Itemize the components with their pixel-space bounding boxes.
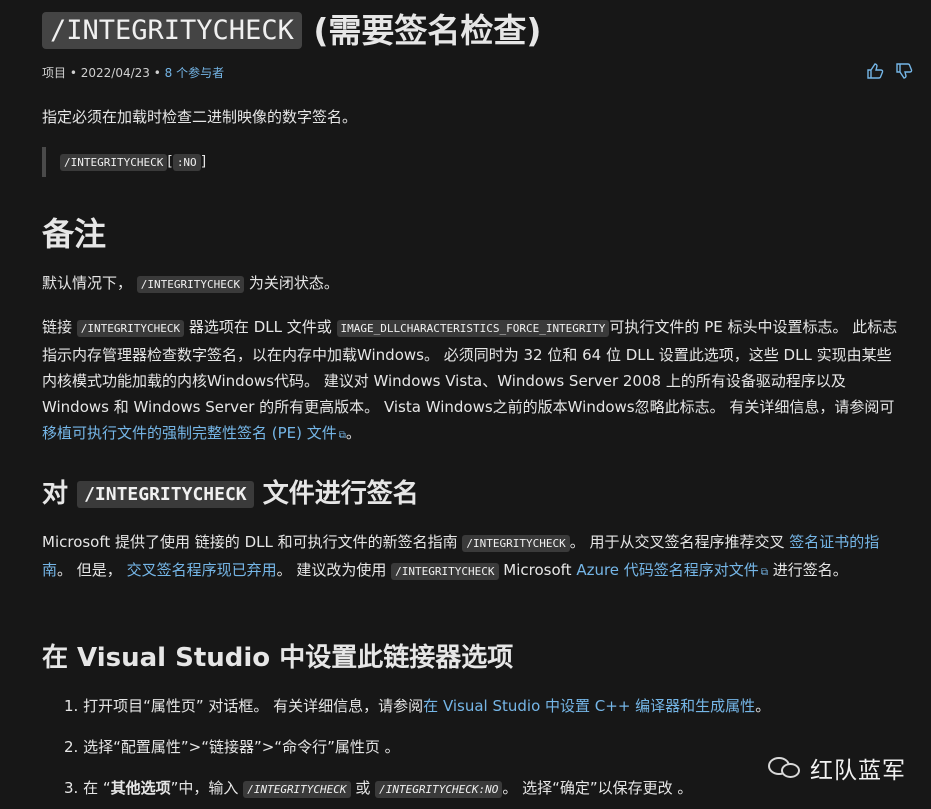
signing-paragraph: Microsoft 提供了使用 链接的 DLL 和可执行文件的新签名指南 /IN… bbox=[42, 529, 902, 586]
inline-code: IMAGE_DLLCHARACTERISTICS_FORCE_INTEGRITY bbox=[336, 320, 610, 337]
list-item: 2. 选择“配置属性”>“链接器”>“命令行”属性页 。 bbox=[64, 738, 400, 756]
text: 或 bbox=[355, 779, 371, 797]
inline-code: /INTEGRITYCHECK bbox=[76, 320, 185, 337]
cross-sign-deprecated-link[interactable]: 交叉签名程序现已弃用 bbox=[127, 561, 277, 579]
syntax-arg: :NO bbox=[172, 154, 201, 171]
page-title: /INTEGRITYCHECK (需要签名检查) bbox=[42, 8, 542, 54]
thumbs-up-icon[interactable] bbox=[866, 63, 889, 84]
inline-code: /INTEGRITYCHECK:NO bbox=[375, 781, 503, 798]
title-code: /INTEGRITYCHECK bbox=[42, 12, 302, 49]
text: Microsoft bbox=[503, 561, 572, 579]
text: 。 选择“确定”以保存更改 。 bbox=[502, 779, 693, 797]
steps-list: 1. 打开项目“属性页” 对话框。 有关详细信息，请参阅在 Visual Stu… bbox=[64, 693, 770, 809]
inline-code: /INTEGRITYCHECK bbox=[136, 276, 245, 293]
wechat-watermark: 红队蓝军 bbox=[768, 750, 906, 786]
text: 。 用于从交叉签名程序推荐交叉 bbox=[569, 533, 785, 551]
text: ”中，输入 bbox=[170, 779, 239, 797]
syntax-option: /INTEGRITYCHECK bbox=[60, 154, 168, 171]
text: 为关闭状态。 bbox=[248, 274, 339, 292]
thumbs-down-icon[interactable] bbox=[895, 63, 913, 84]
text: 进行签名。 bbox=[772, 561, 848, 579]
list-item: 3. 在 “其他选项”中，输入 /INTEGRITYCHECK 或 /INTEG… bbox=[64, 775, 770, 803]
remarks-heading: 备注 bbox=[42, 215, 107, 253]
vs-properties-link[interactable]: 在 Visual Studio 中设置 C++ 编译器和生成属性 bbox=[423, 697, 755, 715]
signing-heading: 对 /INTEGRITYCHECK 文件进行签名 bbox=[42, 474, 419, 515]
text: 文件进行签名 bbox=[262, 479, 419, 509]
article-meta: 项目 • 2022/04/23 • 8 个参与者 bbox=[42, 64, 224, 81]
heading-code: /INTEGRITYCHECK bbox=[77, 481, 254, 508]
text: 。 建议改为使用 bbox=[276, 561, 387, 579]
meta-date: 2022/04/23 bbox=[80, 66, 150, 80]
inline-code: /INTEGRITYCHECK bbox=[462, 535, 570, 552]
wechat-icon bbox=[768, 755, 802, 781]
syntax-bracket: ] bbox=[200, 154, 207, 170]
text: 器选项在 DLL 文件或 bbox=[188, 318, 332, 336]
azure-code-signing-link[interactable]: Azure 代码签名程序对文件 ⧉ bbox=[576, 561, 768, 579]
contributors-link[interactable]: 8 个参与者 bbox=[165, 66, 224, 80]
inline-code: /INTEGRITYCHECK bbox=[391, 563, 499, 580]
external-link-icon: ⧉ bbox=[760, 567, 768, 578]
force-integrity-link[interactable]: 移植可执行文件的强制完整性签名 (PE) 文件 ⧉ bbox=[42, 424, 346, 442]
meta-separator: • bbox=[69, 66, 77, 80]
vs-heading: 在 Visual Studio 中设置此链接器选项 bbox=[42, 643, 514, 673]
text: 。 但是， bbox=[57, 561, 122, 579]
text: 默认情况下， bbox=[42, 274, 133, 292]
link-text: 移植可执行文件的强制完整性签名 (PE) 文件 bbox=[42, 424, 337, 442]
inline-code: /INTEGRITYCHECK bbox=[243, 781, 351, 798]
bold-text: 其他选项 bbox=[110, 779, 171, 797]
meta-separator: • bbox=[153, 66, 161, 80]
list-item: 1. 打开项目“属性页” 对话框。 有关详细信息，请参阅在 Visual Stu… bbox=[64, 693, 770, 719]
external-link-icon: ⧉ bbox=[338, 430, 346, 441]
remarks-default: 默认情况下， /INTEGRITYCHECK 为关闭状态。 bbox=[42, 270, 339, 298]
text: 。 bbox=[755, 697, 771, 715]
text: 。 bbox=[345, 424, 361, 442]
text: 链接 bbox=[42, 318, 73, 336]
text: 1. 打开项目“属性页” 对话框。 有关详细信息，请参阅 bbox=[64, 697, 424, 715]
watermark-text: 红队蓝军 bbox=[810, 758, 906, 784]
remarks-paragraph: 链接 /INTEGRITYCHECK 器选项在 DLL 文件或 IMAGE_DL… bbox=[42, 314, 902, 449]
link-text: Azure 代码签名程序对文件 bbox=[576, 561, 759, 579]
syntax-block: /INTEGRITYCHECK[:NO] bbox=[42, 147, 206, 177]
text: Microsoft 提供了使用 链接的 DLL 和可执行文件的新签名指南 bbox=[42, 533, 458, 551]
text: 对 bbox=[42, 479, 69, 509]
intro-text: 指定必须在加载时检查二进制映像的数字签名。 bbox=[42, 108, 358, 126]
title-text: (需要签名检查) bbox=[313, 11, 542, 50]
feedback-buttons bbox=[860, 62, 913, 84]
meta-category: 项目 bbox=[42, 66, 67, 80]
text: 3. 在 “ bbox=[64, 779, 111, 797]
syntax-bracket: [ bbox=[167, 154, 173, 170]
